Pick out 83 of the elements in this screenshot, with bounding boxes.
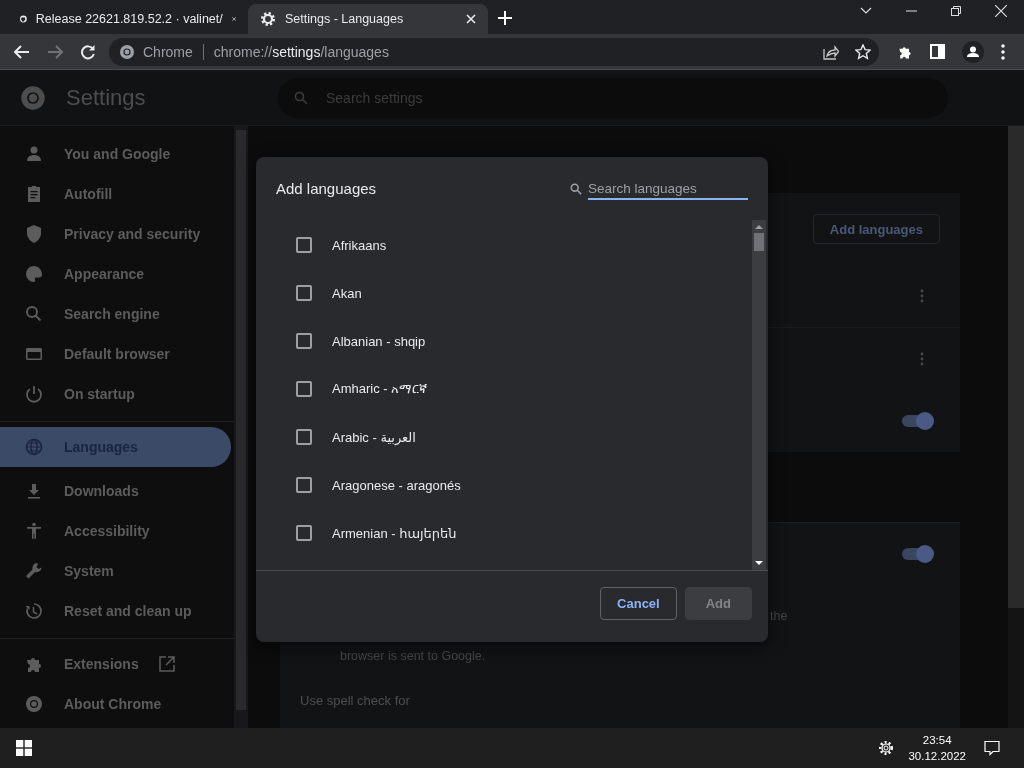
gear-icon[interactable] [878,740,895,756]
dialog-title: Add languages [276,180,377,197]
checkbox[interactable] [296,333,312,349]
language-label[interactable]: Armenian - հայերեն [332,525,457,541]
history-icon [24,601,44,621]
toggle-switch[interactable] [902,415,932,427]
language-label[interactable]: Afrikaans [332,237,387,253]
sidebar-item[interactable]: On startup [0,374,231,414]
checkbox[interactable] [296,381,312,397]
clock-time: 23:54 [922,733,952,748]
share-icon[interactable] [823,43,839,60]
settings-title: Settings [66,84,146,111]
clock[interactable]: 23:54 30.12.2022 [908,732,966,764]
chrome-logo-icon [24,694,44,714]
restore-icon[interactable] [951,6,961,16]
spell-check-label: Use spell check for [300,693,410,708]
sidebar-item[interactable]: Privacy and security [0,214,231,254]
scrollbar[interactable] [1008,126,1024,728]
search-icon [570,182,582,195]
sidebar-item[interactable]: Search engine [0,294,231,334]
tab-title: Settings - Languages [285,12,405,26]
profile-avatar-icon[interactable] [962,40,984,63]
forward-icon[interactable] [47,43,63,60]
sidebar-item[interactable]: Appearance [0,254,231,294]
chrome-logo-icon [119,43,135,60]
chrome-logo-icon [20,84,46,111]
sidebar-item[interactable]: Reset and clean up [0,591,231,631]
browser-tab[interactable]: Release 22621.819.52.2 · valinet/ [8,4,248,34]
add-languages-button[interactable]: Add languages [812,214,940,244]
notification-icon[interactable] [984,740,1000,756]
browser-tab[interactable]: Settings - Languages [248,4,488,34]
accessibility-icon [24,521,44,541]
back-icon[interactable] [14,43,30,60]
clock-date: 30.12.2022 [908,749,966,764]
checkbox[interactable] [296,477,312,493]
url-text: chrome://settings/languages [213,43,389,60]
scroll-down-arrow-icon[interactable] [755,561,763,566]
palette-icon [24,264,44,284]
reload-icon[interactable] [80,43,96,60]
search-languages-field[interactable]: Search languages [588,177,748,200]
dialog-button[interactable]: Cancel [600,587,677,620]
tab-title: Release 22621.819.52.2 · valinet/ [35,12,223,26]
checkbox[interactable] [296,429,312,445]
sidebar-item[interactable]: Default browser [0,334,231,374]
sidebar-item[interactable]: Extensions [0,644,231,684]
toggle-switch[interactable] [902,548,932,560]
windows-logo-icon[interactable] [16,740,32,756]
side-panel-icon[interactable] [930,44,945,59]
more-menu-icon[interactable] [1001,43,1005,60]
checkbox[interactable] [296,237,312,253]
address-bar[interactable]: Chrome chrome://settings/languages [109,37,879,66]
close-icon[interactable] [995,5,1007,17]
sidebar-item[interactable]: Autofill [0,174,231,214]
site-label: Chrome [143,43,193,60]
search-icon [24,304,44,324]
sidebar-item[interactable]: Downloads [0,471,231,511]
sidebar-item[interactable]: Accessibility [0,511,231,551]
globe-icon [24,437,44,457]
scroll-thumb[interactable] [754,233,764,251]
sidebar-item[interactable]: About Chrome [0,684,231,724]
new-tab-icon[interactable] [498,11,512,25]
star-icon[interactable] [855,43,871,60]
chevron-down-icon[interactable] [860,7,872,15]
close-icon[interactable] [466,14,476,24]
wrench-icon [24,561,44,581]
scroll-up-arrow-icon[interactable] [755,224,763,229]
scrollbar[interactable] [752,220,766,570]
search-icon [294,90,308,105]
language-label[interactable]: Albanian - shqip [332,333,426,349]
sidebar-item[interactable]: System [0,551,231,591]
close-icon[interactable] [231,14,236,24]
language-label[interactable]: Amharic - አማርኛ [332,381,428,397]
gear-icon [260,11,276,27]
person-icon [24,144,44,164]
language-label[interactable]: Arabic - العربية [332,429,416,445]
scrollbar[interactable] [234,126,248,728]
shield-icon [24,224,44,244]
sidebar-item[interactable]: You and Google [0,134,231,174]
language-label[interactable]: Akan [332,285,362,301]
checkbox[interactable] [296,525,312,541]
language-label[interactable]: Aragonese - aragonés [332,477,461,493]
checkbox[interactable] [296,285,312,301]
power-icon [24,384,44,404]
